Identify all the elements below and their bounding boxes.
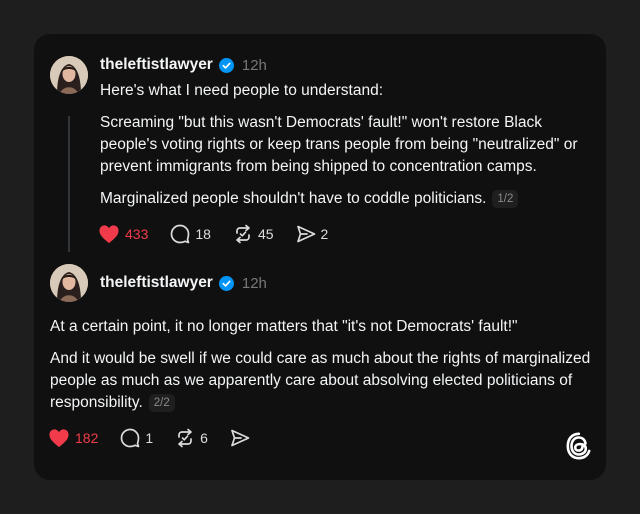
like-count: 433 — [125, 226, 149, 242]
send-icon — [231, 429, 250, 447]
share-count: 2 — [320, 226, 329, 242]
post-body: Here's what I need people to understand:… — [100, 80, 596, 210]
heart-filled-icon — [99, 225, 119, 244]
threads-logo-icon — [566, 432, 592, 465]
post-actions: 433 18 45 2 — [98, 224, 350, 244]
post-time[interactable]: 12h — [242, 275, 267, 292]
like-count: 182 — [75, 430, 99, 446]
post-paragraph-text: Marginalized people shouldn't have to co… — [100, 190, 487, 207]
share-button[interactable]: 2 — [296, 224, 329, 244]
thread-connector-line — [68, 116, 70, 252]
post-paragraph: At a certain point, it no longer matters… — [50, 318, 518, 335]
verified-badge-icon — [218, 57, 234, 73]
thread-card: theleftistlawyer 12h Here's what I need … — [34, 34, 606, 480]
comment-bubble-icon — [171, 224, 190, 244]
post-paragraph: Marginalized people shouldn't have to co… — [100, 188, 596, 210]
post-time[interactable]: 12h — [242, 57, 267, 74]
repost-icon — [236, 224, 250, 244]
post-paragraph: And it would be swell if we could care a… — [50, 348, 596, 414]
post-actions: 182 1 6 — [48, 428, 272, 448]
repost-count: 45 — [257, 226, 274, 242]
reply-count: 1 — [145, 430, 154, 446]
reply-button[interactable]: 1 — [120, 428, 153, 448]
comment-bubble-icon — [121, 428, 140, 448]
post-paragraph: Here's what I need people to understand: — [100, 82, 384, 99]
post-paragraph: Screaming "but this wasn't Democrats' fa… — [100, 114, 578, 175]
repost-button[interactable]: 6 — [175, 428, 208, 448]
username[interactable]: theleftistlawyer — [100, 56, 213, 74]
thread-pager-badge: 2/2 — [148, 394, 175, 412]
verified-badge-icon — [218, 275, 234, 291]
thread-pager-badge: 1/2 — [492, 190, 519, 208]
share-button[interactable] — [230, 428, 250, 448]
send-icon — [296, 225, 315, 243]
username[interactable]: theleftistlawyer — [100, 274, 213, 292]
heart-filled-icon — [49, 429, 69, 448]
like-button[interactable]: 433 — [98, 224, 148, 244]
repost-button[interactable]: 45 — [233, 224, 274, 244]
post-paragraph-text: And it would be swell if we could care a… — [50, 350, 591, 411]
reply-button[interactable]: 18 — [170, 224, 211, 244]
post-body: At a certain point, it no longer matters… — [50, 316, 596, 414]
avatar[interactable] — [50, 56, 88, 94]
avatar[interactable] — [50, 264, 88, 302]
like-button[interactable]: 182 — [48, 428, 98, 448]
repost-count: 6 — [200, 430, 208, 446]
reply-count: 18 — [195, 226, 211, 242]
repost-icon — [178, 428, 193, 448]
